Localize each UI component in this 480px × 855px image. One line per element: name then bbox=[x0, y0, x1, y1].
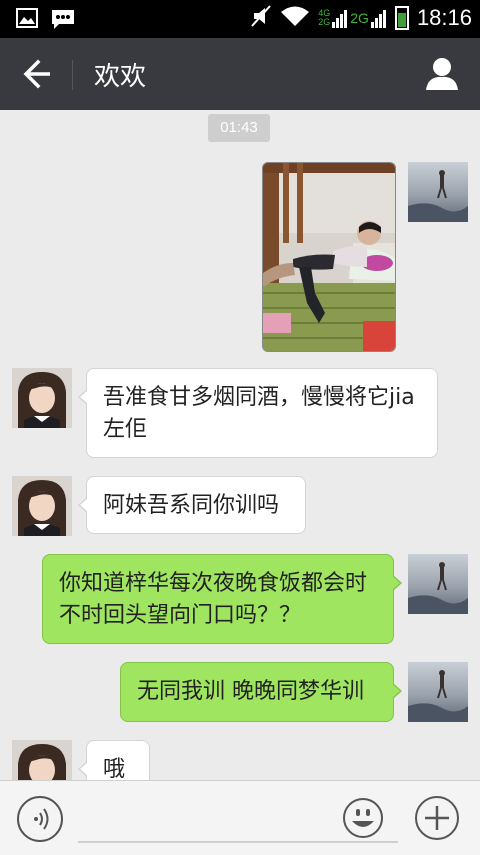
message-bubble-incoming[interactable]: 吾准食甘多烟同酒，慢慢将它jia左佢 bbox=[78, 368, 438, 458]
contact-avatar[interactable] bbox=[12, 368, 72, 428]
contact-avatar[interactable] bbox=[12, 476, 72, 536]
input-bar bbox=[0, 780, 480, 855]
voice-button[interactable] bbox=[16, 795, 64, 843]
message-bubble-outgoing[interactable]: 你知道梓华每次夜晚食饭都会时不时回头望向门口吗？？ bbox=[42, 554, 402, 644]
image-icon bbox=[16, 8, 38, 34]
battery-icon bbox=[394, 6, 409, 30]
mute-icon bbox=[250, 4, 272, 32]
message-input[interactable] bbox=[78, 841, 398, 843]
wifi-icon bbox=[280, 5, 310, 31]
emoji-icon bbox=[343, 798, 383, 838]
chat-title: 欢欢 bbox=[94, 62, 147, 92]
back-arrow-icon bbox=[23, 59, 50, 89]
message-text: 哦 bbox=[103, 757, 126, 782]
message-bubble-incoming[interactable]: 阿妹吾系同你训吗 bbox=[78, 476, 306, 534]
clock: 18:16 bbox=[416, 5, 472, 30]
header-divider bbox=[72, 60, 73, 90]
self-avatar[interactable] bbox=[408, 554, 468, 614]
plus-icon bbox=[415, 796, 459, 840]
self-avatar[interactable] bbox=[408, 662, 468, 722]
network-2g-small-label: 2G bbox=[318, 17, 331, 27]
message-icon bbox=[50, 8, 76, 34]
emoji-button[interactable] bbox=[342, 797, 384, 839]
message-text: 阿妹吾系同你训吗 bbox=[103, 493, 280, 518]
person-icon bbox=[426, 58, 458, 90]
message-bubble-outgoing[interactable]: 无同我训 晚晚同梦华训 bbox=[120, 662, 402, 722]
more-options-button[interactable] bbox=[414, 795, 460, 841]
message-text: 吾准食甘多烟同酒，慢慢将它jia左佢 bbox=[103, 385, 415, 442]
chat-header: 欢欢 bbox=[0, 38, 480, 110]
voice-icon bbox=[17, 796, 63, 842]
self-avatar[interactable] bbox=[408, 162, 468, 222]
back-button[interactable] bbox=[14, 56, 58, 92]
message-text: 无同我训 晚晚同梦华训 bbox=[137, 679, 364, 704]
message-text: 你知道梓华每次夜晚食饭都会时不时回头望向门口吗？？ bbox=[59, 571, 368, 628]
timestamp-badge: 01:43 bbox=[208, 114, 270, 142]
status-bar: 4G 2G 2G 18:16 bbox=[0, 0, 480, 38]
profile-button[interactable] bbox=[422, 56, 462, 94]
image-message[interactable] bbox=[262, 162, 396, 352]
signal-icon: 4G 2G 2G bbox=[318, 7, 387, 29]
network-2g-label: 2G bbox=[350, 10, 369, 26]
